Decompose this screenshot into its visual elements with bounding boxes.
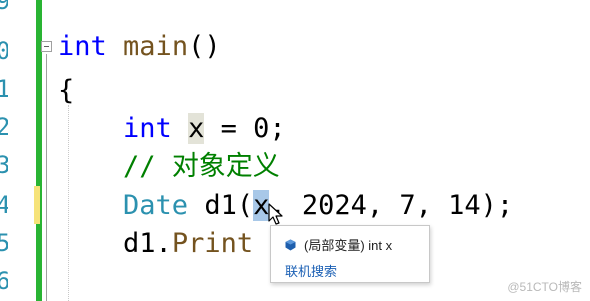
line-number-gutter: 9 0 1 2 3 4 5 6 xyxy=(0,0,36,301)
local-variable-icon xyxy=(285,239,296,254)
code-token: d1( xyxy=(188,190,254,221)
code-line: { xyxy=(58,72,74,110)
selected-argument-token[interactable]: x xyxy=(253,190,270,221)
object-token: d1. xyxy=(123,228,172,259)
keyword-token: int xyxy=(123,113,172,144)
line-number: 1 xyxy=(0,75,8,103)
code-token: , 2024, 7, 14); xyxy=(269,190,514,221)
outline-guide-line xyxy=(46,54,47,301)
type-token: Date xyxy=(123,190,189,221)
line-number: 6 xyxy=(0,267,8,295)
collapse-outline-toggle[interactable] xyxy=(41,41,52,52)
quickinfo-tooltip: (局部变量) int x 联机搜索 xyxy=(270,225,430,283)
expression-token: = 0; xyxy=(204,113,286,144)
code-line: d1.Print xyxy=(58,225,253,263)
line-number: 0 xyxy=(0,37,8,65)
watermark: @51CTO博客 xyxy=(507,280,582,294)
comment-text: 对象定义 xyxy=(171,151,280,182)
online-search-link[interactable]: 联机搜索 xyxy=(285,261,337,280)
code-line: int main() xyxy=(58,28,221,66)
function-token: Print xyxy=(171,228,254,259)
punctuation-token: () xyxy=(188,31,221,62)
comment-prefix: // xyxy=(123,151,172,182)
unsaved-change-marker xyxy=(34,186,40,224)
line-number: 2 xyxy=(0,113,8,141)
tooltip-signature: (局部变量) int x xyxy=(285,235,392,254)
code-line: int x = 0; xyxy=(58,110,286,148)
line-number: 9 xyxy=(0,0,8,15)
brace-token: { xyxy=(58,75,75,106)
variable-token: x xyxy=(188,113,205,144)
mouse-pointer-icon xyxy=(268,203,284,227)
comment-line: // 对象定义 xyxy=(58,148,280,186)
tooltip-description: (局部变量) int x xyxy=(304,238,393,253)
keyword-token: int xyxy=(58,31,107,62)
line-number: 4 xyxy=(0,191,8,219)
line-number: 5 xyxy=(0,229,8,257)
line-number: 3 xyxy=(0,151,8,179)
function-token: main xyxy=(123,31,189,62)
code-line: Date d1(x, 2024, 7, 14); xyxy=(58,187,513,225)
